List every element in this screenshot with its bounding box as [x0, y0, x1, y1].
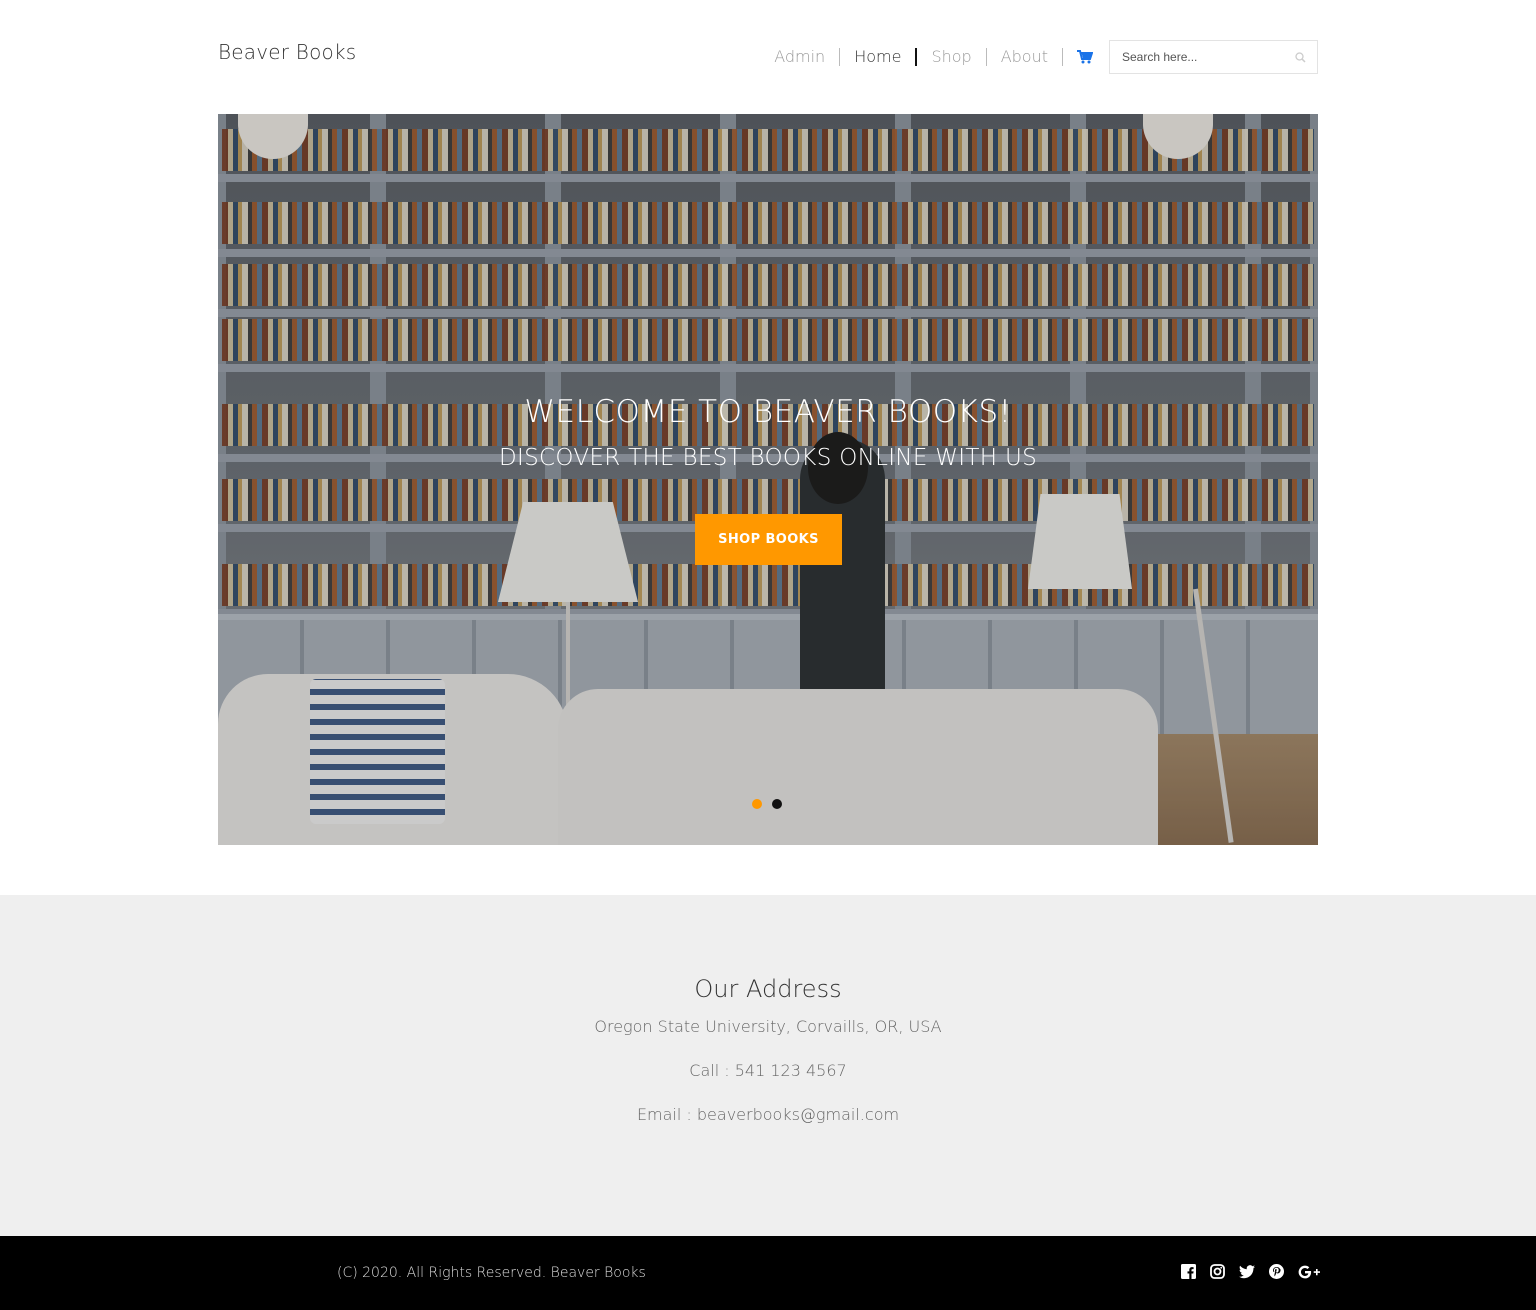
- google-plus-icon[interactable]: [1298, 1265, 1320, 1279]
- slide-indicator-1[interactable]: [752, 799, 762, 809]
- search-input[interactable]: [1110, 41, 1283, 73]
- nav-home[interactable]: Home: [840, 48, 915, 66]
- facebook-icon[interactable]: [1181, 1264, 1196, 1279]
- address-email: Email : beaverbooks@gmail.com: [636, 1105, 900, 1124]
- shop-books-button[interactable]: SHOP BOOKS: [695, 514, 842, 565]
- nav-shop[interactable]: Shop: [917, 48, 985, 66]
- hero-slider: WELCOME TO BEAVER BOOKS! DISCOVER THE BE…: [218, 114, 1318, 845]
- twitter-icon[interactable]: [1239, 1264, 1255, 1279]
- site-footer: (C) 2020. All Rights Reserved. Beaver Bo…: [0, 1236, 1536, 1310]
- main-nav: Admin Home Shop About: [760, 40, 1318, 74]
- nav-admin[interactable]: Admin: [760, 48, 839, 66]
- site-header: Beaver Books Admin Home Shop About: [218, 0, 1318, 114]
- search-icon[interactable]: [1283, 41, 1317, 73]
- instagram-icon[interactable]: [1210, 1264, 1225, 1279]
- address-location: Oregon State University, Corvaills, OR, …: [594, 1017, 942, 1036]
- hero-background-image: [218, 114, 1318, 845]
- copyright-text: (C) 2020. All Rights Reserved. Beaver Bo…: [337, 1265, 646, 1281]
- slider-indicators: [752, 799, 782, 809]
- address-phone: Call : 541 123 4567: [689, 1061, 847, 1080]
- slide-indicator-2[interactable]: [772, 799, 782, 809]
- shopping-cart-icon[interactable]: [1063, 50, 1107, 64]
- search-box: [1109, 40, 1318, 74]
- social-links: [1181, 1264, 1320, 1279]
- pinterest-icon[interactable]: [1269, 1264, 1284, 1279]
- hero-title: WELCOME TO BEAVER BOOKS!: [524, 394, 1012, 430]
- brand-logo[interactable]: Beaver Books: [218, 40, 356, 64]
- address-section: Our Address Oregon State University, Cor…: [0, 895, 1536, 1236]
- hero-subtitle: DISCOVER THE BEST BOOKS ONLINE WITH US: [499, 445, 1037, 471]
- nav-about[interactable]: About: [987, 48, 1062, 66]
- address-title: Our Address: [694, 975, 842, 1003]
